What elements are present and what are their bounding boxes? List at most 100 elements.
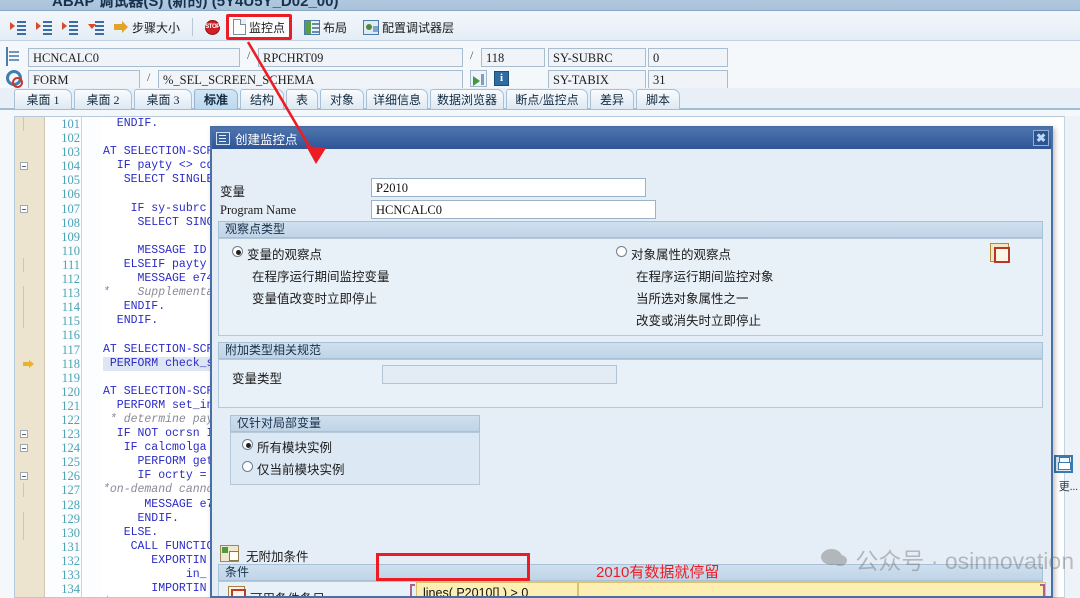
condition-note: 2010有数据就停留	[596, 564, 720, 581]
step-out-icon	[62, 20, 78, 35]
step-over-button[interactable]	[32, 16, 56, 38]
step-size-button[interactable]: 步骤大小	[110, 16, 184, 38]
code-text: PERFORM get_p	[103, 455, 228, 469]
line-number: 127	[61, 483, 80, 498]
fold-guide	[23, 300, 24, 315]
editor-right-strip	[1064, 116, 1080, 598]
variable-type-input[interactable]	[382, 365, 617, 384]
tab-7[interactable]: 详细信息	[366, 89, 428, 109]
line-number: 111	[62, 257, 80, 272]
fold-toggle-icon[interactable]	[20, 430, 28, 439]
program-name-input[interactable]: HCNCALC0	[371, 200, 656, 219]
condition-expression-extension[interactable]	[578, 582, 1046, 596]
condition-bracket-right	[1040, 584, 1045, 596]
stop-button[interactable]: STOP	[201, 16, 224, 38]
debugger-tabstrip: 桌面 1 桌面 2 桌面 3 标准 结构表对象 详细信息 数据浏览器 断点/监控点 差异 脚本	[0, 88, 1080, 110]
line-number: 122	[61, 412, 80, 427]
code-text: MESSAGE e74	[103, 497, 221, 511]
step-size-label: 步骤大小	[132, 20, 181, 35]
code-text: ENDIF.	[103, 511, 179, 525]
tab-4[interactable]: 结构	[240, 89, 284, 109]
line-number: 108	[61, 215, 80, 230]
variable-input[interactable]: P2010	[371, 178, 646, 197]
variable-hint-2: 变量值改变时立即停止	[252, 292, 378, 306]
code-text: IF sy-subrc <>	[103, 201, 228, 215]
fold-guide	[23, 286, 24, 301]
fold-guide	[23, 117, 24, 131]
fold-guide	[23, 257, 24, 272]
status-row-event: FORM / %_SEL_SCREEN_SCHEMA i SY-TABIX 31	[0, 68, 1080, 89]
watchpoint-button[interactable]: 监控点	[226, 14, 293, 40]
window-title-bar: ABAP 调试器(S) (新的) (5Y4U5Y_D02_00)	[0, 0, 1080, 11]
dialog-title: 创建监控点	[235, 133, 298, 147]
object-attribute-icon[interactable]	[990, 243, 1010, 263]
tab-0[interactable]: 桌面 1	[14, 89, 72, 109]
line-number: 101	[61, 117, 80, 131]
event-type-field[interactable]: FORM	[28, 70, 140, 89]
step-out-button[interactable]	[58, 16, 82, 38]
configure-icon	[363, 19, 380, 35]
program-name-label: Program Name	[220, 203, 297, 217]
save-icon[interactable]	[1054, 455, 1073, 473]
no-condition-icon[interactable]	[220, 545, 239, 562]
step-into-button[interactable]	[6, 16, 30, 38]
tab-3[interactable]: 标准	[194, 89, 238, 109]
fold-toggle-icon[interactable]	[20, 444, 28, 453]
sap-abap-debugger-window: ABAP 调试器(S) (新的) (5Y4U5Y_D02_00) 步骤大小 ST	[0, 0, 1080, 598]
event-name-field[interactable]: %_SEL_SCREEN_SCHEMA	[158, 70, 463, 89]
tab-11[interactable]: 脚本	[636, 89, 680, 109]
radio-current-module-instance[interactable]: 仅当前模块实例	[242, 459, 345, 478]
code-text: ENDIF.	[103, 314, 159, 328]
fold-toggle-icon[interactable]	[20, 472, 28, 481]
tab-10[interactable]: 差异	[590, 89, 634, 109]
fold-guide	[23, 511, 24, 526]
radio-variable-label: 变量的观察点	[247, 248, 323, 262]
condition-expression-input[interactable]: lines( P2010[] ) > 0	[416, 582, 578, 596]
line-number: 104	[61, 159, 80, 174]
configure-debugger-layer-button[interactable]: 配置调试器层	[359, 16, 458, 38]
layout-icon	[304, 19, 321, 35]
line-field[interactable]: 118	[481, 48, 545, 67]
code-text: IMPORTIN	[103, 582, 207, 596]
line-number: 119	[61, 370, 80, 385]
program-field[interactable]: HCNCALC0	[28, 48, 240, 67]
line-number: 115	[61, 314, 80, 329]
type-spec-header: 附加类型相关规范	[218, 342, 1043, 359]
radio-variable-watchpoint[interactable]: 变量的观察点	[232, 244, 322, 263]
info-icon[interactable]: i	[494, 71, 509, 86]
tab-5[interactable]: 表	[286, 89, 318, 109]
debugger-toolbar: 步骤大小 STOP 监控点 布局 配置调试器层	[0, 11, 1080, 41]
sy-subrc-value: 0	[648, 48, 728, 67]
more-label[interactable]: 更...	[1059, 478, 1078, 494]
radio-object-watchpoint[interactable]: 对象属性的观察点	[616, 244, 731, 263]
line-number: 121	[61, 398, 80, 413]
radio-all-module-instances[interactable]: 所有模块实例	[242, 437, 332, 456]
code-text: ELSE.	[103, 525, 159, 539]
radio-dot-icon	[242, 461, 253, 472]
line-number: 103	[61, 145, 80, 160]
line-number: 116	[61, 328, 80, 343]
code-text: EXPORTIN	[103, 553, 207, 567]
line-number: 120	[61, 384, 80, 399]
green-arrow-icon[interactable]	[470, 70, 487, 87]
run-to-cursor-button[interactable]	[84, 16, 108, 38]
condition-icon[interactable]	[228, 586, 246, 596]
tab-1[interactable]: 桌面 2	[74, 89, 132, 109]
include-field[interactable]: RPCHRT09	[258, 48, 463, 67]
step-over-icon	[36, 20, 52, 35]
fold-toggle-icon[interactable]	[20, 162, 28, 171]
fold-toggle-icon[interactable]	[20, 204, 28, 213]
close-icon[interactable]: ✖	[1033, 130, 1049, 146]
code-text: * determine payty	[103, 412, 228, 426]
layout-button[interactable]: 布局	[300, 16, 351, 38]
no-condition-label: 无附加条件	[246, 550, 309, 564]
line-number: 117	[61, 342, 80, 357]
line-number: 123	[61, 427, 80, 442]
code-text: in_	[103, 568, 207, 581]
line-number: 128	[61, 497, 80, 512]
tab-8[interactable]: 数据浏览器	[430, 89, 504, 109]
fold-guide	[23, 483, 24, 498]
tab-2[interactable]: 桌面 3	[134, 89, 192, 109]
tab-6[interactable]: 对象	[320, 89, 364, 109]
tab-9[interactable]: 断点/监控点	[506, 89, 588, 109]
